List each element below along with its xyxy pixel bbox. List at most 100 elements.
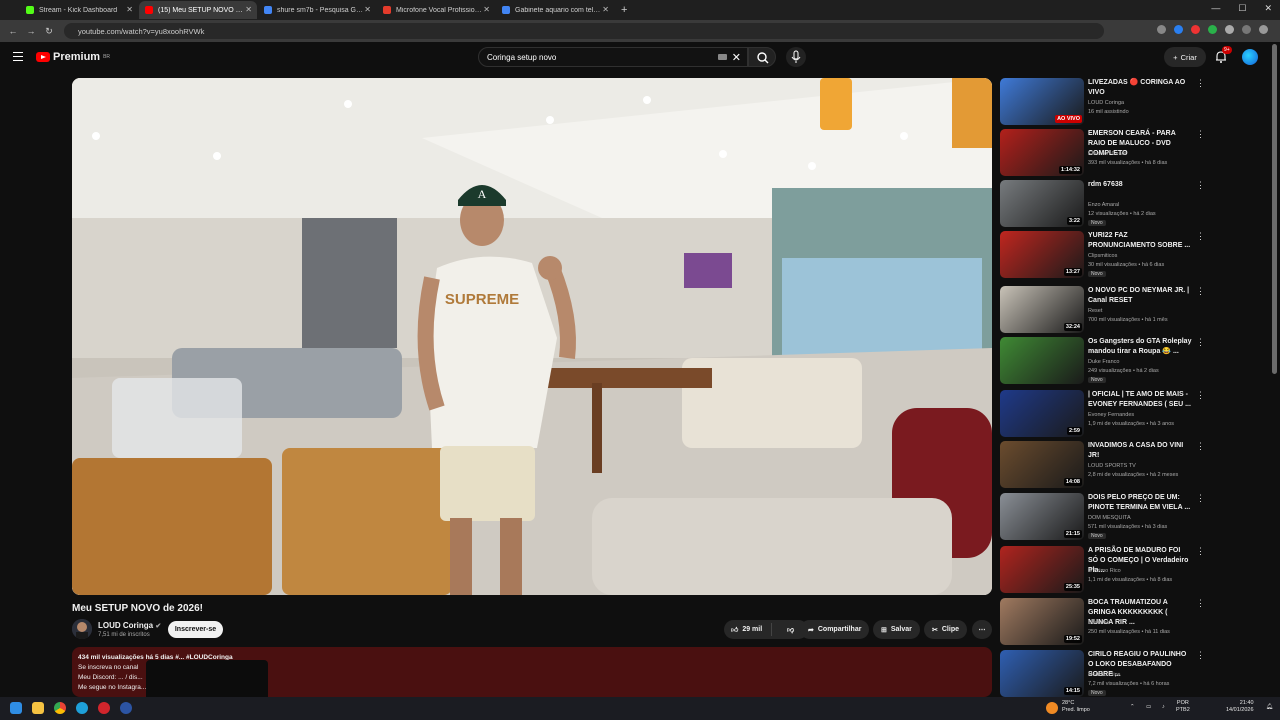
- close-tab-icon[interactable]: ✕: [483, 5, 490, 14]
- opera-icon[interactable]: [98, 702, 110, 714]
- recommended-channel[interactable]: Reset: [1088, 308, 1102, 314]
- more-options-icon[interactable]: ⋮: [1196, 493, 1205, 504]
- more-options-icon[interactable]: ⋮: [1196, 231, 1205, 242]
- search-input[interactable]: Coringa setup novo ✕: [478, 47, 748, 67]
- browser-tab[interactable]: Stream - Kick Dashboard ✕: [20, 1, 138, 19]
- close-window-icon[interactable]: ✕: [1264, 3, 1272, 14]
- search-button[interactable]: [748, 47, 776, 67]
- like-button[interactable]: 👍︎ 29 mil: [724, 623, 772, 636]
- more-options-icon[interactable]: ⋮: [1196, 286, 1205, 297]
- recommended-title[interactable]: | OFICIAL | TE AMO DE MAIS - EVONEY FERN…: [1088, 390, 1192, 410]
- more-options-icon[interactable]: ⋮: [1196, 598, 1205, 609]
- extension-icon[interactable]: [1157, 25, 1166, 34]
- recommended-video[interactable]: 14:08 INVADIMOS A CASA DO VINI JR! LOUD …: [1000, 441, 1208, 489]
- recommended-video[interactable]: Os Gangsters do GTA Roleplay mandou tira…: [1000, 337, 1208, 385]
- recommended-title[interactable]: DOIS PELO PREÇO DE UM: PINOTE TERMINA EM…: [1088, 493, 1192, 513]
- edge-icon[interactable]: [76, 702, 88, 714]
- recommended-channel[interactable]: O Primo Rico: [1088, 568, 1121, 574]
- recommended-title[interactable]: rdm 67638: [1088, 180, 1192, 190]
- minimize-icon[interactable]: —: [1211, 3, 1220, 14]
- notification-center-icon[interactable]: 🔔︎: [1266, 704, 1273, 711]
- chrome-icon[interactable]: [54, 702, 66, 714]
- channel-avatar[interactable]: [72, 619, 92, 639]
- forward-icon[interactable]: →: [22, 26, 40, 36]
- close-tab-icon[interactable]: ✕: [364, 5, 371, 14]
- recommended-channel[interactable]: LOUD Coringa: [1088, 100, 1124, 106]
- video-player[interactable]: A SUPREME: [72, 78, 992, 595]
- recommended-channel[interactable]: LOUD SPORTS TV: [1088, 463, 1136, 469]
- recommended-channel[interactable]: Bocadas: [1088, 620, 1109, 626]
- recommended-video[interactable]: 3:22 rdm 67638 Enzo Amaral 12 visualizaç…: [1000, 180, 1208, 228]
- youtube-logo[interactable]: Premium BR: [36, 51, 110, 63]
- more-options-icon[interactable]: ⋮: [1196, 129, 1205, 140]
- recommended-title[interactable]: O NOVO PC DO NEYMAR JR. | Canal RESET: [1088, 286, 1192, 306]
- extension-icon[interactable]: [1174, 25, 1183, 34]
- subscribe-button[interactable]: Inscrever-se: [168, 621, 223, 638]
- video-thumbnail[interactable]: 13:27: [1000, 231, 1084, 278]
- vpn-icon[interactable]: [120, 702, 132, 714]
- more-options-icon[interactable]: ⋮: [1196, 650, 1205, 661]
- menu-icon[interactable]: [1259, 25, 1268, 34]
- video-thumbnail[interactable]: 21:15: [1000, 493, 1084, 540]
- back-icon[interactable]: ←: [4, 26, 22, 36]
- speaker-icon[interactable]: ♪: [1162, 704, 1165, 711]
- save-button[interactable]: ⊞ Salvar: [873, 620, 920, 639]
- video-thumbnail[interactable]: 1:14:32: [1000, 129, 1084, 176]
- browser-tab[interactable]: Gabinete aquario com tela de ...✕: [496, 1, 614, 19]
- video-thumbnail[interactable]: 3:22: [1000, 180, 1084, 227]
- video-thumbnail[interactable]: AO VIVO: [1000, 78, 1084, 125]
- url-field[interactable]: youtube.com/watch?v=yu8xoohRVWk: [64, 23, 1104, 39]
- close-tab-icon[interactable]: ✕: [126, 5, 133, 14]
- extension-icon[interactable]: [1208, 25, 1217, 34]
- browser-tab[interactable]: (15) Meu SETUP NOVO de 2026!✕: [139, 1, 257, 19]
- recommended-video[interactable]: AO VIVO LIVEZADAS 🔴 CORINGA AO VIVO LOUD…: [1000, 78, 1208, 126]
- windows-start-icon[interactable]: [10, 702, 22, 714]
- profile-icon[interactable]: [1242, 25, 1251, 34]
- browser-tab[interactable]: shure sm7b - Pesquisa Google ✕: [258, 1, 376, 19]
- reload-icon[interactable]: ↻: [40, 26, 58, 37]
- weather-widget[interactable]: 28°C Pred. limpo: [1062, 700, 1090, 714]
- recommended-video[interactable]: 25:35 A PRISÃO DE MADURO FOI SÓ O COMEÇO…: [1000, 546, 1208, 594]
- clip-button[interactable]: ✂ Clipe: [924, 620, 967, 639]
- recommended-channel[interactable]: Evoney Fernandes: [1088, 412, 1134, 418]
- language-indicator[interactable]: POR PTB2: [1176, 700, 1190, 714]
- recommended-video[interactable]: 13:27 YURI22 FAZ PRONUNCIAMENTO SOBRE ..…: [1000, 231, 1208, 279]
- more-options-icon[interactable]: ⋮: [1196, 337, 1205, 348]
- extension-icon[interactable]: [1225, 25, 1234, 34]
- voice-search-button[interactable]: [786, 47, 806, 67]
- recommended-channel[interactable]: Duke Franco: [1088, 359, 1120, 365]
- scrollbar[interactable]: [1272, 44, 1277, 374]
- recommended-video[interactable]: 19:52 BOCA TRAUMATIZOU A GRINGA KKKKKKKK…: [1000, 598, 1208, 646]
- account-avatar[interactable]: [1242, 49, 1258, 65]
- video-thumbnail[interactable]: 14:08: [1000, 441, 1084, 488]
- video-thumbnail[interactable]: 32:24: [1000, 286, 1084, 333]
- video-thumbnail[interactable]: 14:15: [1000, 650, 1084, 697]
- maximize-icon[interactable]: ☐: [1238, 3, 1246, 14]
- close-tab-icon[interactable]: ✕: [602, 5, 609, 14]
- more-options-icon[interactable]: ⋮: [1196, 78, 1205, 89]
- file-explorer-icon[interactable]: [32, 702, 44, 714]
- chevron-up-icon[interactable]: ⌃: [1130, 704, 1135, 711]
- close-tab-icon[interactable]: ✕: [245, 5, 252, 14]
- recommended-channel[interactable]: Emerson Ceará: [1088, 151, 1127, 157]
- video-thumbnail[interactable]: [1000, 337, 1084, 384]
- clock[interactable]: 21:40 14/01/2026: [1226, 700, 1254, 714]
- more-options-icon[interactable]: ⋮: [1196, 546, 1205, 557]
- recommended-channel[interactable]: Mourão Clips: [1088, 672, 1120, 678]
- recommended-video[interactable]: 21:15 DOIS PELO PREÇO DE UM: PINOTE TERM…: [1000, 493, 1208, 541]
- menu-icon[interactable]: [13, 52, 23, 61]
- recommended-video[interactable]: 32:24 O NOVO PC DO NEYMAR JR. | Canal RE…: [1000, 286, 1208, 334]
- recommended-title[interactable]: LIVEZADAS 🔴 CORINGA AO VIVO: [1088, 78, 1192, 98]
- extension-icon[interactable]: [1191, 25, 1200, 34]
- recommended-video[interactable]: 1:14:32 EMERSON CEARÁ - PARA RAIO DE MAL…: [1000, 129, 1208, 177]
- recommended-video[interactable]: 2:59 | OFICIAL | TE AMO DE MAIS - EVONEY…: [1000, 390, 1208, 438]
- more-options-icon[interactable]: ⋮: [1196, 180, 1205, 191]
- video-thumbnail[interactable]: 2:59: [1000, 390, 1084, 437]
- recommended-channel[interactable]: DOM MESQUITA: [1088, 515, 1131, 521]
- recommended-title[interactable]: Os Gangsters do GTA Roleplay mandou tira…: [1088, 337, 1192, 357]
- recommended-title[interactable]: INVADIMOS A CASA DO VINI JR!: [1088, 441, 1192, 461]
- video-thumbnail[interactable]: 19:52: [1000, 598, 1084, 645]
- recommended-video[interactable]: 14:15 CIRILO REAGIU O PAULINHO O LOKO DE…: [1000, 650, 1208, 698]
- create-button[interactable]: + Criar: [1164, 47, 1206, 67]
- share-button[interactable]: ➦ Compartilhar: [800, 620, 870, 639]
